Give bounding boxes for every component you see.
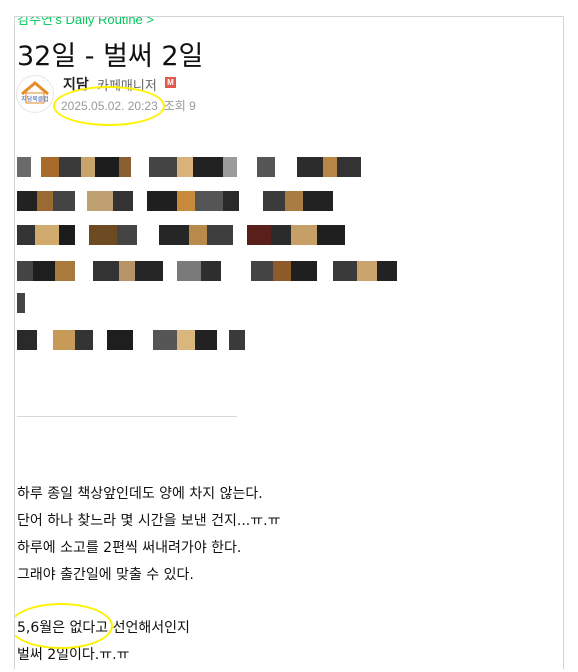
view-count: 조회 9 (163, 99, 196, 113)
body-line: 단어 하나 찾느라 몇 시간을 보낸 건지...ㅠ.ㅠ (17, 513, 281, 529)
body-line: 그래야 출간일에 맞출 수 있다. (17, 567, 194, 583)
author-role: 카페매니저 (97, 79, 157, 94)
post-title: 32일 - 벌써 2일 (17, 41, 204, 72)
avatar-text: 지담북클럽 (21, 95, 49, 103)
pixelated-text-row (17, 191, 333, 211)
pixelated-text-row (17, 225, 345, 245)
body-line: 5,6월은 없다고 선언해서인지 (17, 620, 190, 636)
body-line: 하루 종일 책상앞인데도 양에 차지 않는다. (17, 486, 263, 502)
body-line: 하루에 소고를 2편씩 써내려가야 한다. (17, 540, 242, 556)
pixelated-text-row (17, 261, 397, 281)
pixelated-text-row (17, 157, 361, 177)
manager-badge-icon: M (165, 77, 176, 88)
house-logo-icon: 지담북클럽 (21, 81, 49, 104)
body-line: 벌써 2일이다.ㅠ.ㅠ (17, 647, 130, 663)
author-name[interactable]: 지담 (63, 74, 89, 94)
avatar[interactable]: 지담북클럽 (16, 75, 54, 113)
pixelated-text-row (17, 330, 245, 350)
post-frame: 김주연's Daily Routine > 32일 - 벌써 2일 지담북클럽 … (14, 16, 564, 669)
breadcrumb[interactable]: 김주연's Daily Routine > (17, 17, 154, 28)
divider (17, 416, 237, 417)
post-meta: 2025.05.02. 20:23 조회 9 (61, 97, 196, 114)
pixelated-text-row (17, 293, 25, 313)
post-date: 2025.05.02. 20:23 (61, 99, 158, 113)
